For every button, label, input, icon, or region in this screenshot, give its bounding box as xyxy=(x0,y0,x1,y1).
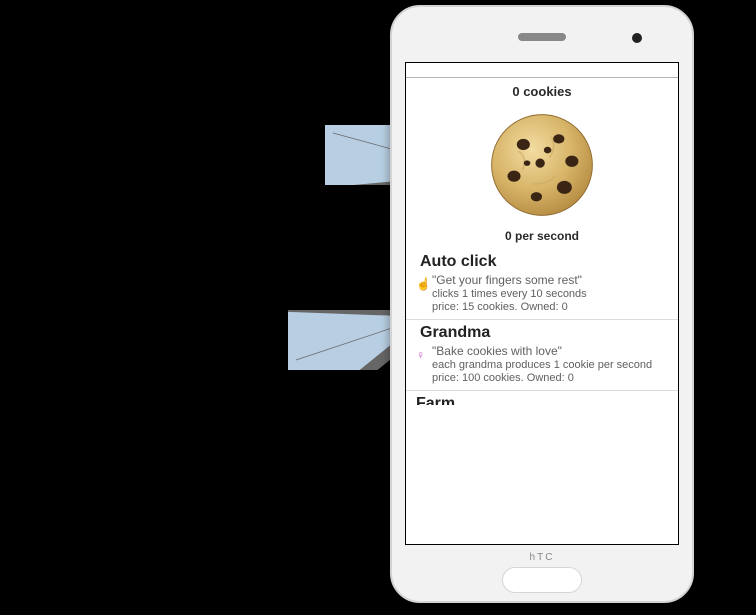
cookie-icon[interactable] xyxy=(486,109,598,221)
upgrade-desc: clicks 1 times every 10 seconds xyxy=(432,288,672,300)
status-bar xyxy=(406,63,678,78)
home-button[interactable] xyxy=(502,567,582,593)
upgrade-row-partial[interactable]: Farm xyxy=(406,391,678,405)
upgrade-title: Grandma xyxy=(420,324,672,342)
phone-brand-label: hTC xyxy=(392,552,692,563)
screen: 0 cookies xyxy=(405,62,679,545)
upgrade-list: ☝ Auto click "Get your fingers some rest… xyxy=(406,249,678,405)
cookies-per-second-label: 0 per second xyxy=(406,225,678,249)
phone-frame: 0 cookies xyxy=(390,5,694,603)
upgrade-row-grandma[interactable]: ♀ Grandma "Bake cookies with love" each … xyxy=(406,320,678,391)
front-camera xyxy=(632,33,642,43)
upgrade-quote: "Bake cookies with love" xyxy=(432,344,672,358)
upgrade-row-auto-click[interactable]: ☝ Auto click "Get your fingers some rest… xyxy=(406,249,678,320)
upgrade-quote: "Get your fingers some rest" xyxy=(432,273,672,287)
upgrade-price: price: 15 cookies. Owned: 0 xyxy=(432,301,672,313)
phone-top-bar xyxy=(392,7,692,61)
upgrade-title: Auto click xyxy=(420,253,672,271)
upgrade-price: price: 100 cookies. Owned: 0 xyxy=(432,372,672,384)
upgrade-desc: each grandma produces 1 cookie per secon… xyxy=(432,359,672,371)
cookie-count-label: 0 cookies xyxy=(406,78,678,99)
speaker-grille xyxy=(518,33,566,41)
